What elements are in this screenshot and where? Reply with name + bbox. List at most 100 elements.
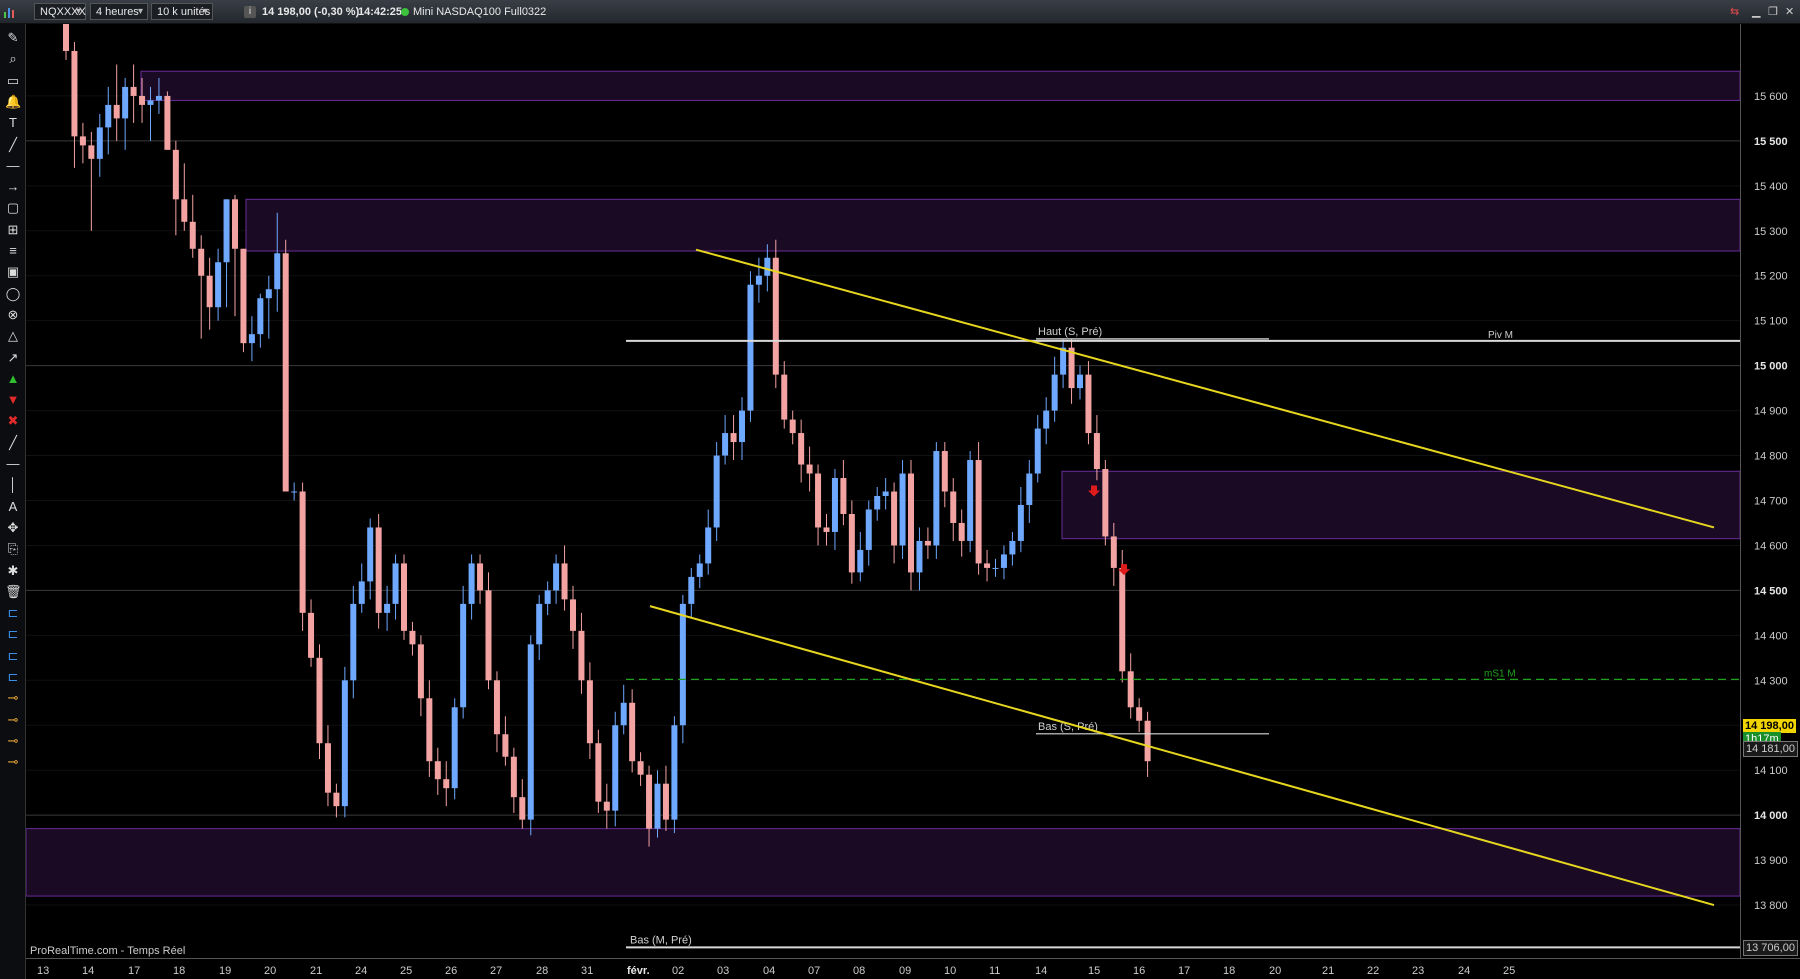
- units-select[interactable]: 10 k unités: [151, 3, 213, 20]
- text-icon[interactable]: T: [5, 115, 21, 131]
- price-zone: [245, 198, 1740, 252]
- segment-icon[interactable]: —: [5, 158, 21, 174]
- status-dot-icon: [401, 8, 409, 16]
- candle-body: [1136, 707, 1143, 721]
- down-arrow-icon[interactable]: ▼: [5, 392, 21, 408]
- cross-circle-icon[interactable]: ⊗: [5, 307, 21, 323]
- tool-a-icon[interactable]: ⊏: [5, 605, 21, 621]
- brush-icon[interactable]: ╱: [5, 137, 21, 153]
- candle-body: [654, 783, 661, 829]
- footer-source: ProRealTime.com - Temps Réel: [30, 945, 186, 957]
- trash-icon[interactable]: 🗑: [5, 584, 22, 600]
- restore-icon[interactable]: ❐: [1768, 5, 1778, 18]
- candle-body: [646, 774, 653, 829]
- price-chart[interactable]: Haut (S, Pré) Piv MmS1 MBas (S, Pré)Bas (…: [26, 24, 1740, 959]
- candle-body: [147, 100, 154, 105]
- ruler-icon[interactable]: ▭: [5, 73, 21, 89]
- candle-body: [215, 262, 222, 308]
- candle-body: [248, 334, 255, 344]
- candle-body: [713, 455, 720, 528]
- candle-body: [933, 451, 940, 546]
- tool-e-icon[interactable]: ⊸: [5, 690, 21, 706]
- delete-icon[interactable]: ✖: [5, 413, 21, 429]
- candle-body: [705, 527, 712, 564]
- tool-f-icon[interactable]: ⊸: [5, 712, 21, 728]
- candle-body: [232, 199, 238, 249]
- candle-body: [722, 433, 729, 456]
- candle-body: [333, 792, 340, 807]
- rectangle-icon[interactable]: ▢: [5, 200, 21, 216]
- tool-d-icon[interactable]: ⊏: [5, 669, 21, 685]
- candle-body: [375, 527, 382, 613]
- pencil-icon[interactable]: ✎: [5, 30, 21, 46]
- candle-body: [1119, 567, 1126, 672]
- candle-body: [544, 590, 551, 604]
- candle-body: [181, 199, 188, 222]
- candle-body: [1093, 433, 1100, 470]
- fibonacci-icon[interactable]: ≡: [5, 243, 21, 259]
- candle-body: [553, 563, 560, 591]
- candle-body: [865, 509, 872, 550]
- candle-body: [485, 590, 492, 681]
- candle-body: [882, 491, 889, 496]
- ray-icon[interactable]: →: [5, 179, 21, 195]
- candle-body: [527, 644, 534, 820]
- candle-body: [958, 522, 965, 541]
- zoom-icon[interactable]: ⌕: [5, 51, 21, 67]
- minimize-icon[interactable]: ▁: [1752, 5, 1760, 18]
- candle-body: [198, 248, 205, 276]
- horizontal-line-icon[interactable]: —: [5, 456, 21, 472]
- bas-m-price-tag: 13 706,00: [1743, 940, 1798, 957]
- text-tool-icon[interactable]: A: [5, 499, 21, 515]
- menu-icon[interactable]: [3, 5, 17, 19]
- vertical-line-icon[interactable]: │: [5, 477, 21, 493]
- move-icon[interactable]: ✥: [5, 520, 21, 536]
- tool-h-icon[interactable]: ⊸: [5, 754, 21, 770]
- price-zone: [140, 70, 1740, 101]
- candle-body: [798, 433, 805, 465]
- box-icon[interactable]: ▣: [5, 264, 21, 280]
- pivot-label: Piv M: [1488, 330, 1513, 341]
- line-icon[interactable]: ╱: [5, 435, 21, 451]
- copy-icon[interactable]: ⎘: [5, 541, 21, 557]
- candle-body: [595, 743, 602, 802]
- candle-body: [122, 86, 129, 119]
- candle-body: [477, 563, 484, 591]
- candle-body: [426, 698, 433, 762]
- time-axis[interactable]: [26, 958, 1800, 979]
- candle-body: [392, 563, 399, 604]
- alarm-bell-icon[interactable]: 🔔: [5, 94, 21, 110]
- candle-body: [468, 563, 475, 604]
- sync-icon[interactable]: ⇆: [1730, 5, 1739, 18]
- candle-body: [274, 253, 281, 290]
- up-arrow-icon[interactable]: ▲: [5, 371, 21, 387]
- symbol-select[interactable]: NQXXXX: [34, 3, 86, 20]
- candle-body: [1144, 720, 1151, 762]
- candle-body: [308, 612, 315, 658]
- info-icon[interactable]: i: [244, 6, 256, 18]
- arrow-icon[interactable]: ↗: [5, 350, 21, 366]
- candle-body: [950, 491, 957, 523]
- tool-c-icon[interactable]: ⊏: [5, 648, 21, 664]
- candle-body: [367, 527, 374, 582]
- candle-body: [79, 136, 86, 146]
- candle-body: [823, 527, 830, 532]
- candle-body: [172, 149, 179, 200]
- price-axis[interactable]: [1740, 24, 1800, 959]
- candle-body: [662, 783, 669, 820]
- candle-body: [570, 599, 576, 631]
- candle-body: [1060, 347, 1067, 375]
- close-icon[interactable]: ✕: [1785, 5, 1794, 18]
- triangle-icon[interactable]: △: [5, 328, 21, 344]
- candle-body: [924, 540, 931, 546]
- settings-icon[interactable]: ✱: [5, 563, 21, 579]
- tool-b-icon[interactable]: ⊏: [5, 626, 21, 642]
- candle-body: [620, 702, 627, 726]
- ellipse-icon[interactable]: ◯: [5, 286, 21, 302]
- candle-body: [891, 491, 898, 546]
- candle-body: [789, 419, 796, 434]
- timeframe-select[interactable]: 4 heures: [90, 3, 148, 20]
- candle-body: [510, 756, 517, 798]
- channel-icon[interactable]: ⊞: [5, 222, 21, 238]
- tool-g-icon[interactable]: ⊸: [5, 733, 21, 749]
